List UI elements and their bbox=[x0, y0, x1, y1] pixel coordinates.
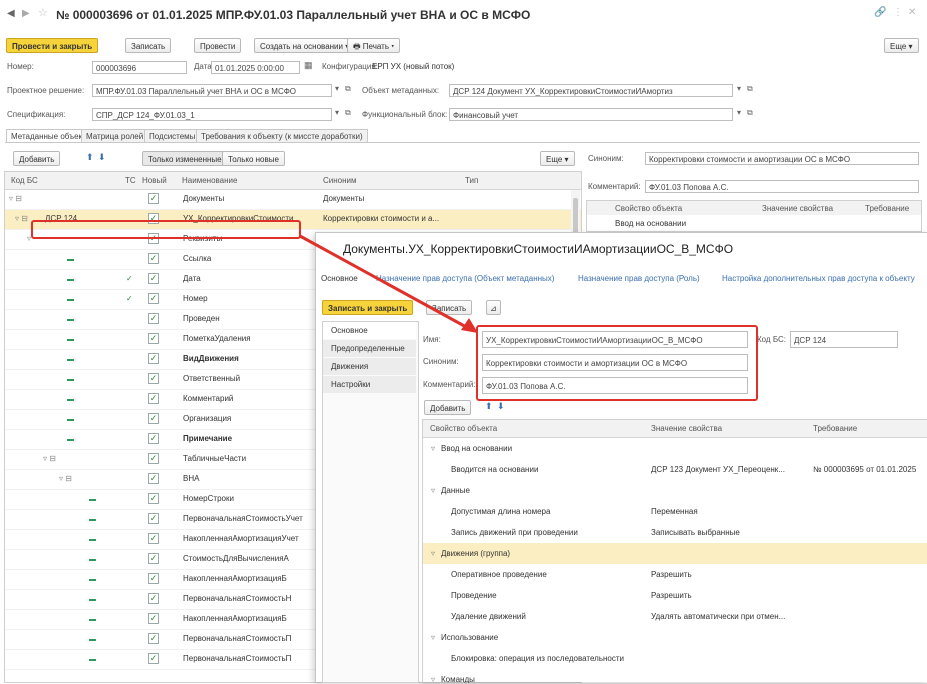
annotation-arrow bbox=[299, 234, 478, 333]
